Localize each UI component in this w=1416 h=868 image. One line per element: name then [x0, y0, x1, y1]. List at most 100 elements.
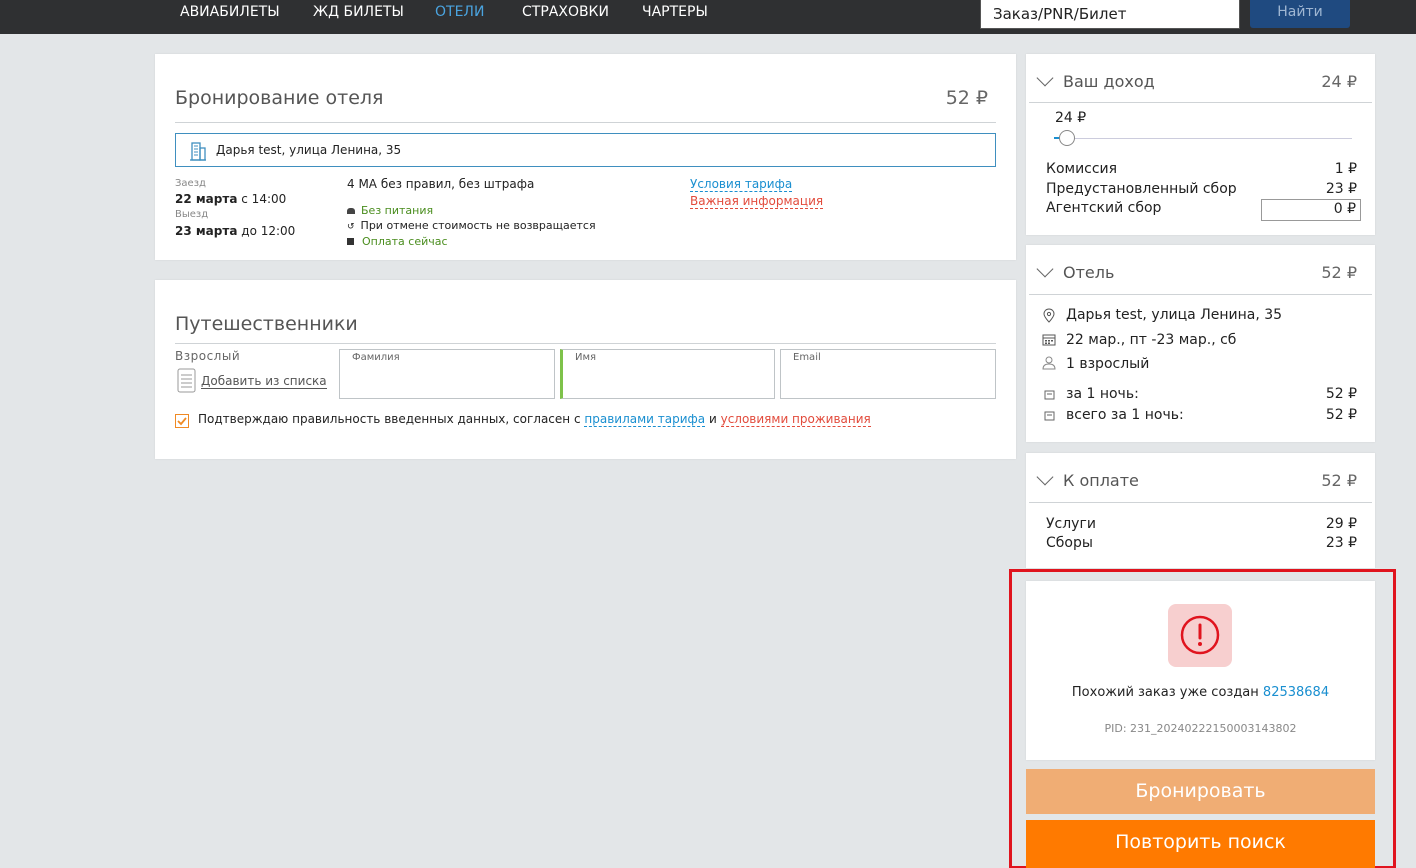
divider: [1029, 502, 1372, 503]
nav-insurance[interactable]: СТРАХОВКИ: [522, 4, 609, 20]
confirm-text: Подтверждаю правильность введенных данны…: [198, 412, 581, 426]
stay-dates: 22 мар., пт -23 мар., сб: [1066, 332, 1237, 348]
preset-fee-value: 23 ₽: [1325, 181, 1357, 197]
chevron-down-icon[interactable]: [1036, 260, 1054, 278]
order-search-input[interactable]: Заказ/PNR/Билет: [980, 0, 1240, 29]
alert-message-row: Похожий заказ уже создан 82538684: [1026, 685, 1375, 700]
hotel-name: Дарья test, улица Ленина, 35: [216, 143, 402, 157]
services-label: Услуги: [1046, 516, 1096, 532]
cancel-text: При отмене стоимость не возвращается: [360, 219, 596, 232]
agent-fee-label: Агентский сбор: [1046, 200, 1162, 216]
travelers-title: Путешественники: [175, 313, 358, 335]
travelers-card: Путешественники Взрослый Добавить из спи…: [155, 280, 1016, 459]
checkin-time: с 14:00: [241, 192, 287, 206]
income-title: Ваш доход: [1063, 72, 1155, 91]
chevron-down-icon[interactable]: [1036, 468, 1054, 486]
hotel-name-box: Дарья test, улица Ленина, 35: [175, 133, 996, 167]
payment-text: Оплата сейчас: [362, 235, 448, 248]
receipt-icon: [1044, 411, 1055, 421]
building-icon: [190, 142, 206, 161]
agent-fee-input[interactable]: 0 ₽: [1261, 199, 1361, 221]
commission-value: 1 ₽: [1334, 161, 1357, 177]
hotel-booking-card: Бронирование отеля 52 ₽ Дарья test, улиц…: [155, 54, 1016, 260]
name-field[interactable]: Имя: [560, 349, 775, 399]
wallet-icon: [347, 238, 354, 245]
payment-summary-card: К оплате 52 ₽ Услуги 29 ₽ Сборы 23 ₽: [1026, 453, 1375, 568]
booking-price: 52 ₽: [945, 87, 988, 109]
surname-label: Фамилия: [352, 352, 400, 363]
income-card: Ваш доход 24 ₽ 24 ₽ Комиссия 1 ₽ Предуст…: [1026, 54, 1375, 235]
checkout-label: Выезд: [175, 209, 209, 220]
person-icon: [1042, 356, 1056, 370]
nav-trains[interactable]: ЖД БИЛЕТЫ: [313, 4, 404, 20]
book-button[interactable]: Бронировать: [1026, 769, 1375, 814]
hotel-summary-title: Отель: [1063, 263, 1115, 282]
slider-value: 24 ₽: [1055, 110, 1087, 126]
add-from-list-link[interactable]: Добавить из списка: [201, 374, 327, 389]
services-value: 29 ₽: [1325, 516, 1357, 532]
total-value: 52 ₽: [1325, 407, 1357, 423]
important-info-link[interactable]: Важная информация: [690, 194, 824, 209]
important-info-link-wrap: Важная информация: [690, 194, 824, 209]
divider: [1029, 102, 1372, 103]
hotel-address: Дарья test, улица Ленина, 35: [1066, 307, 1283, 323]
alert-icon-box: [1168, 604, 1232, 667]
total-label: всего за 1 ночь:: [1066, 407, 1184, 423]
cancel-row: ↺ При отмене стоимость не возвращается: [347, 219, 596, 232]
nav-charters[interactable]: ЧАРТЕРЫ: [642, 4, 708, 20]
per-night-value: 52 ₽: [1325, 386, 1357, 402]
room-type: 4 МА без правил, без штрафа: [347, 177, 535, 191]
tariff-conditions-link[interactable]: Условия тарифа: [690, 177, 793, 192]
booking-title: Бронирование отеля: [175, 87, 384, 109]
income-slider-handle[interactable]: [1059, 130, 1075, 146]
income-slider-track[interactable]: [1054, 138, 1352, 139]
duplicate-order-alert: Похожий заказ уже создан 82538684 PID: 2…: [1026, 581, 1375, 760]
divider: [175, 343, 996, 344]
commission-label: Комиссия: [1046, 161, 1118, 177]
top-navigation-bar: АВИАБИЛЕТЫ ЖД БИЛЕТЫ ОТЕЛИ СТРАХОВКИ ЧАР…: [0, 0, 1416, 34]
email-field[interactable]: Email: [780, 349, 996, 399]
list-icon: [177, 368, 196, 393]
pid-text: PID: 231_20240222150003143802: [1104, 722, 1297, 735]
payment-row: Оплата сейчас: [347, 235, 448, 248]
surname-field[interactable]: Фамилия: [339, 349, 555, 399]
add-from-list-wrap: Добавить из списка: [201, 374, 327, 389]
guests-count: 1 взрослый: [1066, 356, 1150, 372]
confirm-text-row: Подтверждаю правильность введенных данны…: [198, 412, 871, 427]
order-number-link[interactable]: 82538684: [1263, 685, 1329, 700]
calendar-icon: [1042, 334, 1056, 346]
payment-summary-amount: 52 ₽: [1321, 471, 1357, 490]
fees-label: Сборы: [1046, 535, 1093, 551]
tariff-rules-link[interactable]: правилами тарифа: [584, 412, 706, 427]
checkout-time: до 12:00: [241, 224, 296, 238]
confirm-checkbox[interactable]: [175, 414, 189, 428]
and-text: и: [708, 412, 717, 426]
receipt-icon: [1044, 390, 1055, 400]
repeat-search-button[interactable]: Повторить поиск: [1026, 820, 1375, 868]
chevron-down-icon[interactable]: [1036, 69, 1054, 87]
alert-message: Похожий заказ уже создан: [1071, 685, 1259, 700]
preset-fee-label: Предустановленный сбор: [1046, 181, 1237, 197]
exclamation-icon: [1180, 615, 1220, 655]
hotel-summary-card: Отель 52 ₽ Дарья test, улица Ленина, 35 …: [1026, 245, 1375, 442]
divider: [175, 122, 996, 123]
checkout-date: 23 марта: [175, 224, 238, 238]
payment-summary-title: К оплате: [1063, 471, 1139, 490]
checkin-date: 22 марта: [175, 192, 238, 206]
traveler-type: Взрослый: [175, 349, 241, 363]
checkout-info: 23 марта до 12:00: [175, 224, 295, 238]
search-button[interactable]: Найти: [1250, 0, 1350, 28]
email-label: Email: [793, 352, 821, 363]
meal-icon: [347, 208, 355, 214]
nav-hotels[interactable]: ОТЕЛИ: [435, 4, 484, 20]
checkin-info: 22 марта с 14:00: [175, 192, 286, 206]
hotel-summary-amount: 52 ₽: [1321, 263, 1357, 282]
nav-flights[interactable]: АВИАБИЛЕТЫ: [180, 4, 280, 20]
name-label: Имя: [575, 352, 597, 363]
income-amount: 24 ₽: [1321, 72, 1357, 91]
undo-icon: ↺: [347, 222, 355, 232]
location-pin-icon: [1043, 308, 1055, 323]
per-night-label: за 1 ночь:: [1066, 386, 1139, 402]
stay-conditions-link[interactable]: условиями проживания: [720, 412, 871, 427]
meal-text: Без питания: [361, 204, 434, 217]
